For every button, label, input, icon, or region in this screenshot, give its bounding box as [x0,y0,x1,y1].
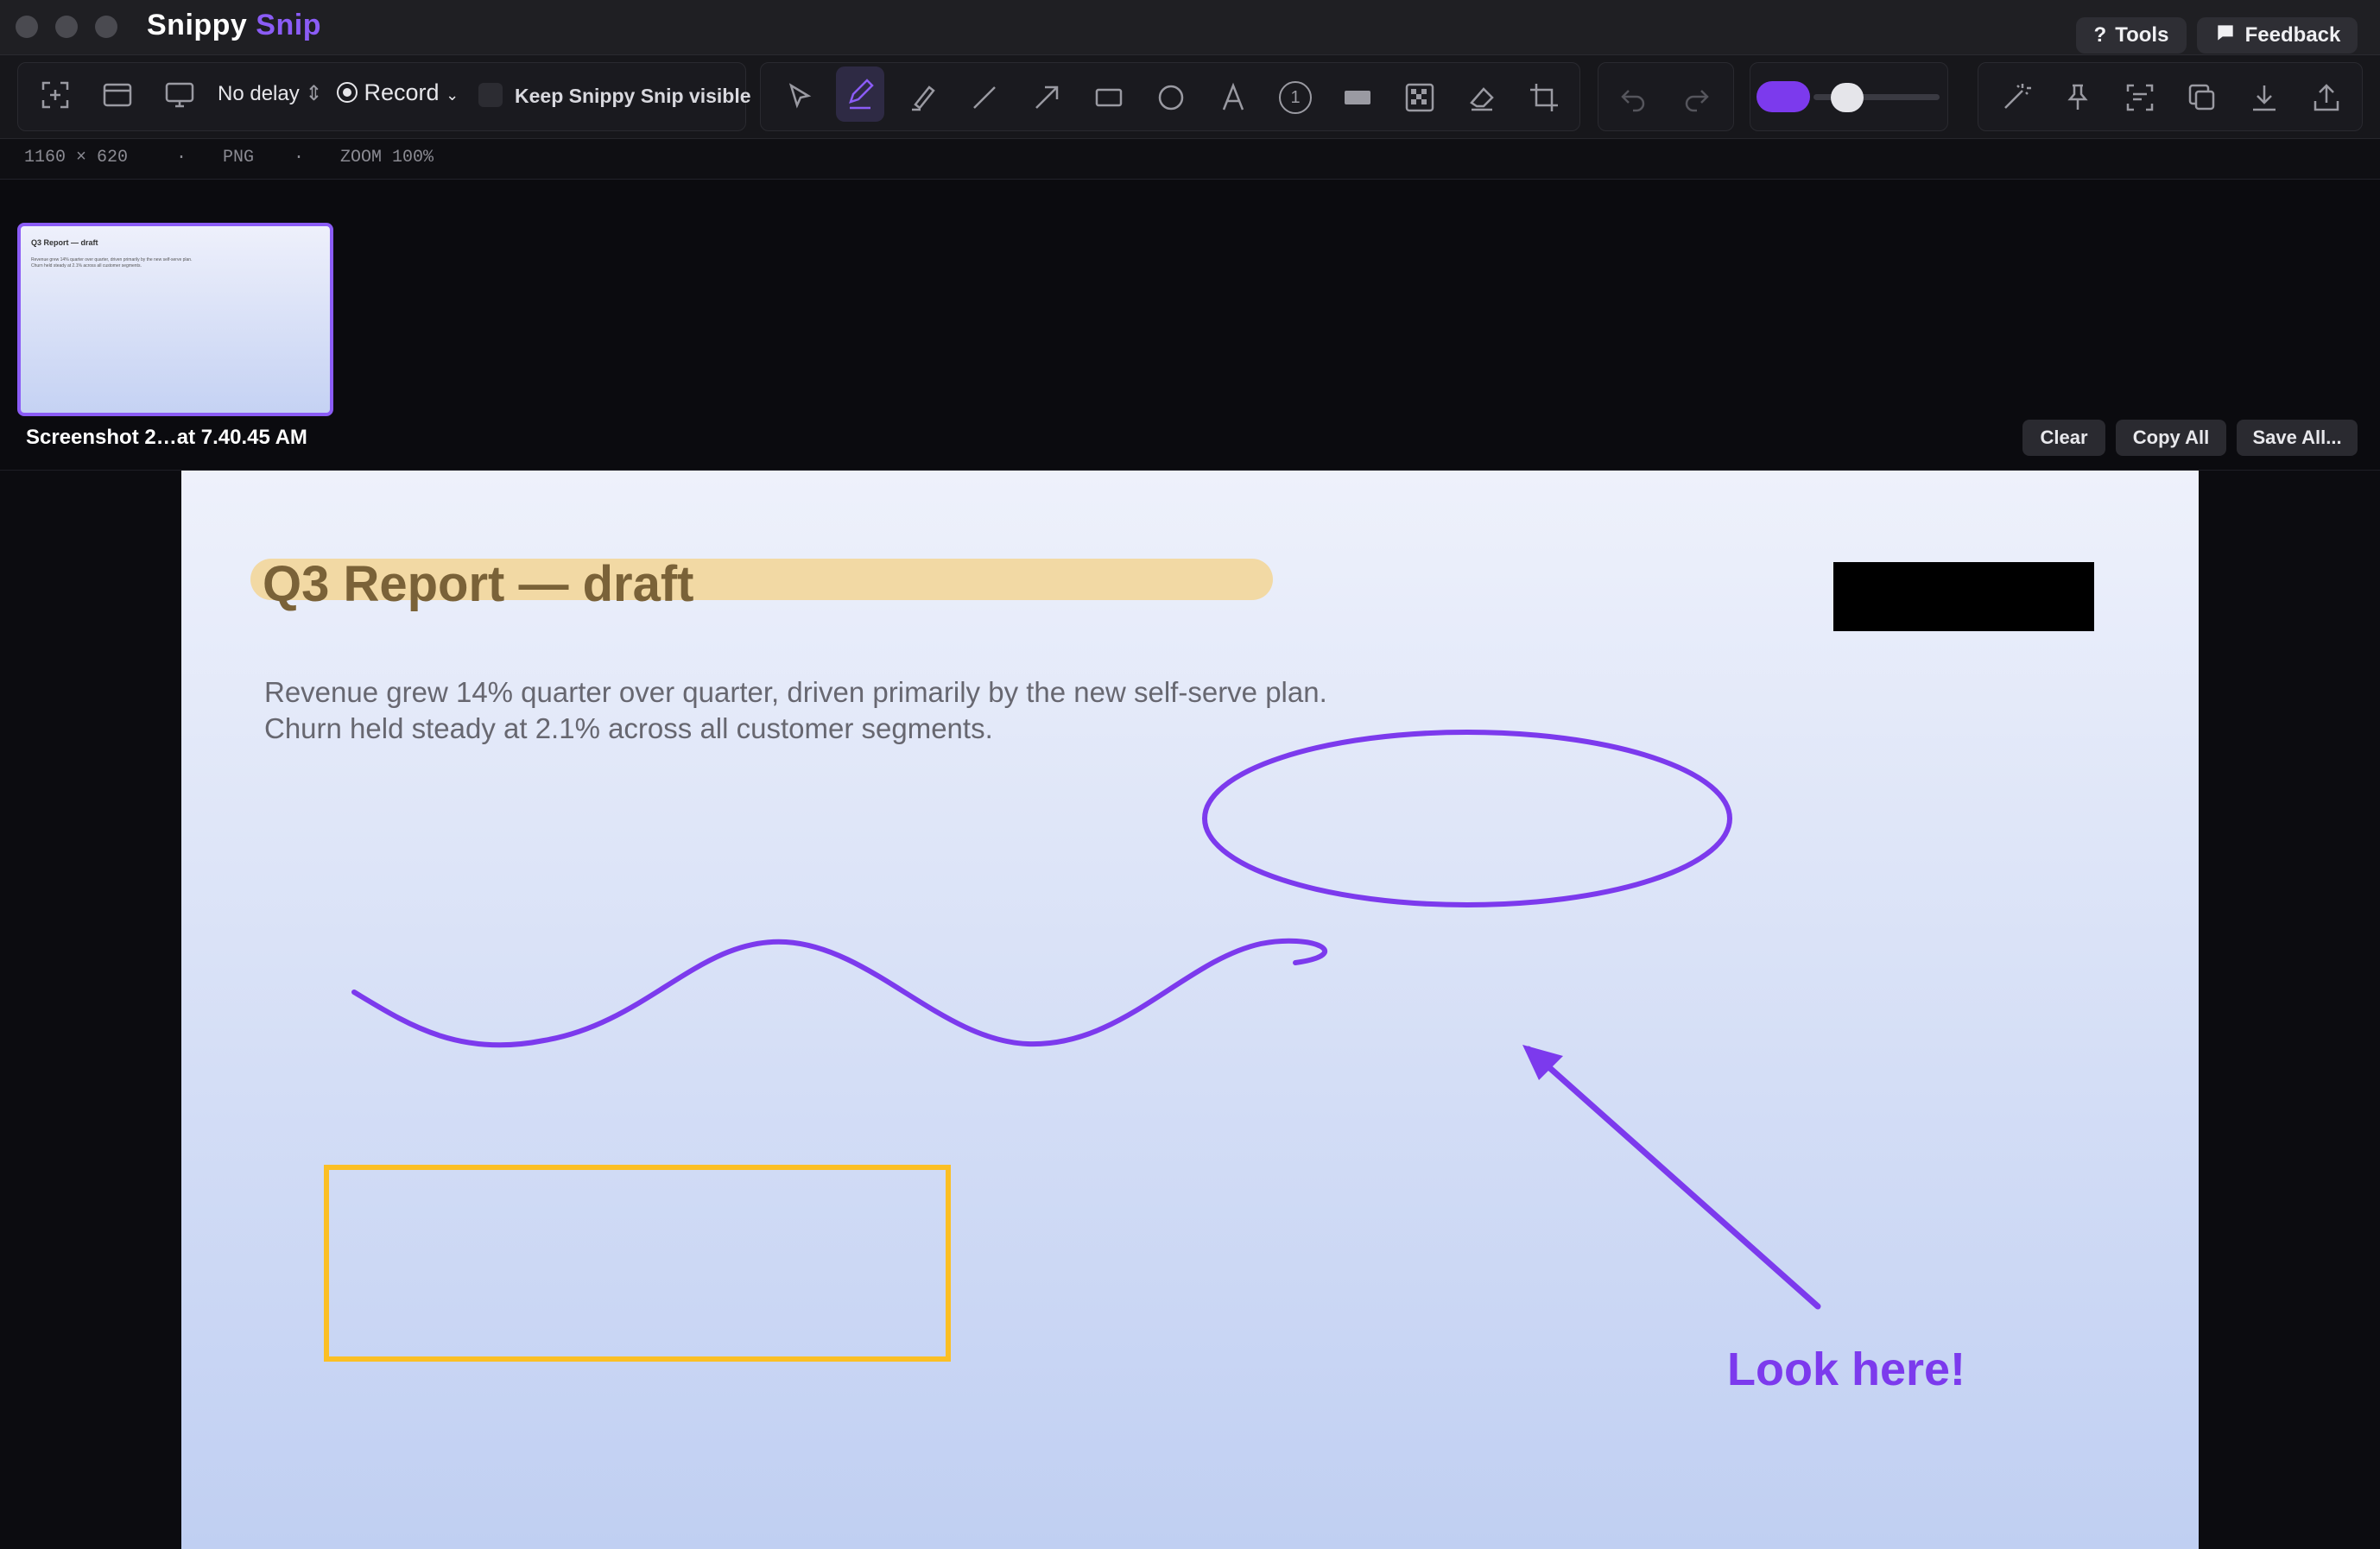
chevron-down-icon: ⌄ [446,86,459,104]
pixelate-tool-icon[interactable] [1396,73,1444,122]
rectangle-tool-icon[interactable] [1085,73,1133,122]
image-format: PNG [223,148,255,168]
pen-tool-icon[interactable] [836,66,884,122]
thumbnail-preview-body: Revenue grew 14% quarter over quarter, d… [31,257,193,269]
stroke-width-slider-thumb[interactable] [1831,83,1864,112]
close-window-button[interactable] [16,16,38,38]
record-label: Record [364,79,440,105]
eraser-tool-icon[interactable] [1458,73,1506,122]
tools-button[interactable]: ? Tools [2076,17,2187,54]
ellipse-tool-icon[interactable] [1147,73,1195,122]
keep-visible-checkbox[interactable] [478,83,503,107]
pin-icon[interactable] [2054,73,2102,122]
thumbnail-preview-title: Q3 Report — draft [31,238,98,247]
toolbar: No delay ⇕ Record ⌄ Keep Snippy Snip vis… [0,55,2380,139]
undo-icon[interactable] [1610,73,1658,122]
feedback-button[interactable]: Feedback [2197,17,2358,54]
ellipse-annotation[interactable] [1202,730,1732,907]
counter-glyph: 1 [1279,81,1312,114]
record-button[interactable]: Record ⌄ [337,79,459,106]
title-bar: Snippy Snip ? Tools Feedback [0,0,2380,55]
text-tool-icon[interactable] [1209,73,1257,122]
magic-wand-icon[interactable] [1991,73,2040,122]
status-separator: · [176,148,187,168]
status-bar: 1160 × 620 · PNG · ZOOM 100% [0,139,2380,180]
screenshot-document[interactable]: Q3 Report — draft Revenue grew 14% quart… [181,471,2199,1549]
screenshot-thumbnail[interactable]: Q3 Report — draft Revenue grew 14% quart… [17,223,333,416]
delay-select[interactable]: No delay ⇕ [218,81,323,106]
image-dimensions: 1160 × 620 [24,148,129,168]
thumbnail-strip: Q3 Report — draft Revenue grew 14% quart… [0,180,2380,471]
feedback-label: Feedback [2244,23,2341,47]
copy-all-button[interactable]: Copy All [2116,420,2226,456]
arrow-annotation-shaft[interactable] [1525,1046,1821,1310]
save-all-button[interactable]: Save All... [2237,420,2358,456]
select-tool-icon[interactable] [775,73,824,122]
scan-icon[interactable] [2116,73,2164,122]
app-name-accent: Snip [256,9,321,41]
duplicate-icon[interactable] [2178,73,2226,122]
download-icon[interactable] [2240,73,2288,122]
share-icon[interactable] [2302,73,2351,122]
record-dot-icon [337,82,358,103]
status-separator: · [294,148,305,168]
crop-tool-icon[interactable] [1520,73,1568,122]
tools-label: Tools [2115,23,2169,47]
keep-visible-label: Keep Snippy Snip visible [515,85,751,107]
app-name-primary: Snippy [147,9,248,41]
thumbnail-caption: Screenshot 2…at 7.40.45 AM [26,426,307,449]
app-logo: Snippy Snip [147,9,321,42]
redo-icon[interactable] [1672,73,1720,122]
color-swatch[interactable] [1757,81,1810,112]
text-annotation[interactable]: Look here! [1727,1343,1965,1396]
zoom-level: ZOOM 100% [340,148,434,168]
redact-tool-icon[interactable] [1333,73,1382,122]
help-icon: ? [2093,23,2107,47]
capture-window-icon[interactable] [93,71,142,119]
arrow-tool-icon[interactable] [1022,73,1071,122]
delay-value: No delay [218,82,300,105]
minimize-window-button[interactable] [55,16,78,38]
counter-tool-icon[interactable]: 1 [1271,73,1320,122]
line-tool-icon[interactable] [960,73,1009,122]
clear-button[interactable]: Clear [2022,420,2105,456]
highlighter-tool-icon[interactable] [898,73,946,122]
chat-bubble-icon [2214,22,2237,50]
zoom-window-button[interactable] [95,16,117,38]
freehand-pen-annotation[interactable] [351,938,1328,1048]
updown-chevron-icon: ⇕ [305,82,323,105]
capture-region-icon[interactable] [31,71,79,119]
capture-screen-icon[interactable] [155,71,204,119]
editor-canvas[interactable]: Q3 Report — draft Revenue grew 14% quart… [0,471,2380,1549]
